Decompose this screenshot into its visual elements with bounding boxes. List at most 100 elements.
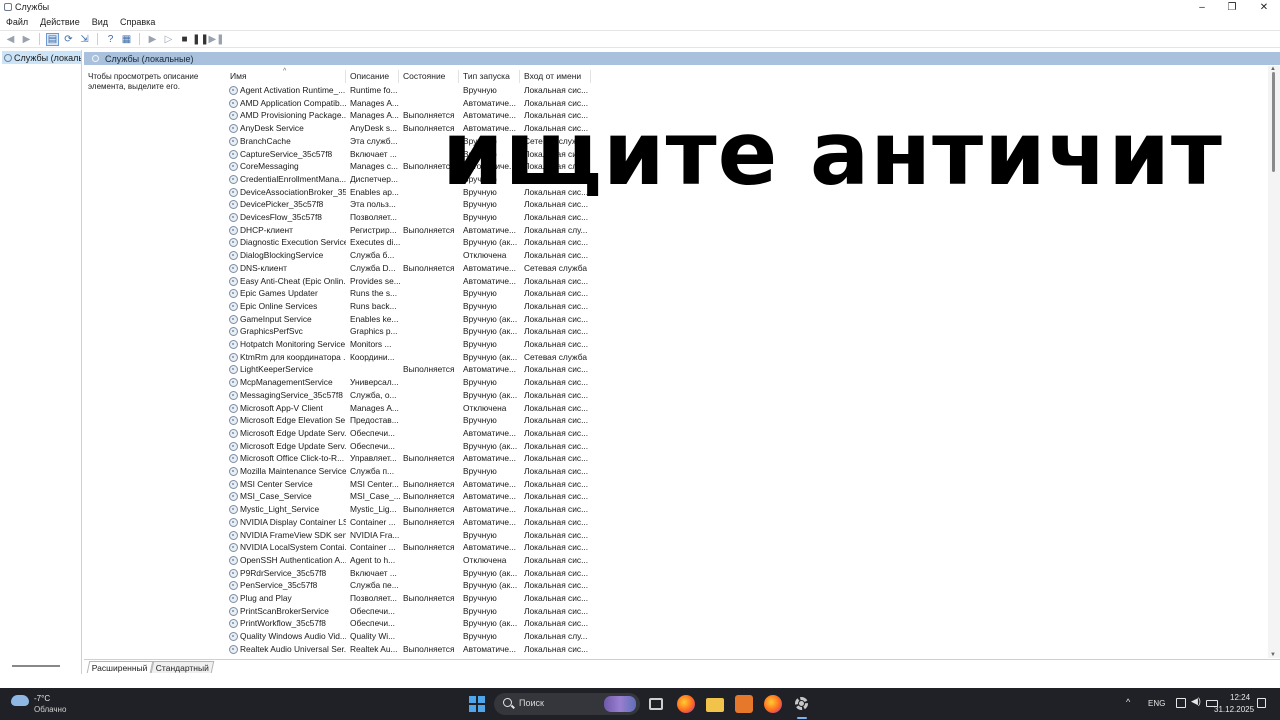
weather-condition[interactable]: Облачно (34, 705, 66, 714)
firefox-icon[interactable] (677, 695, 695, 713)
service-log-on-as: Локальная сис... (524, 605, 589, 616)
chevron-up-icon[interactable]: ^ (1126, 697, 1130, 707)
show-hide-console-tree-icon[interactable]: ▤ (46, 32, 59, 46)
service-gear-icon (229, 136, 238, 146)
service-description: Включает ... (350, 567, 397, 578)
service-description: Container ... (350, 542, 396, 553)
start-button[interactable] (469, 696, 485, 712)
menu-file[interactable]: Файл (6, 17, 28, 27)
table-row[interactable]: MSI Center Service MSI Center... Выполняет… (226, 478, 591, 491)
table-row[interactable]: PenService_35c57f8 Служба пе... Вручную (а… (226, 579, 591, 592)
column-status[interactable]: Состояние (399, 70, 459, 83)
table-row[interactable]: NVIDIA FrameView SDK serv... NVIDIA Fra..… (226, 529, 591, 542)
scroll-down-icon[interactable]: ▼ (1270, 652, 1276, 658)
service-name: NVIDIA Display Container LS (240, 516, 346, 527)
table-row[interactable]: Mystic_Light_Service Mystic_Lig... Выполня… (226, 503, 591, 516)
language-indicator[interactable]: ENG (1148, 699, 1165, 708)
pause-service-icon[interactable]: ❚❚ (192, 33, 209, 46)
table-row[interactable]: McpManagementService Универсал... Вручную Л… (226, 376, 591, 389)
app-stack-icon[interactable] (735, 695, 753, 713)
volume-icon[interactable]: ◀) (1191, 696, 1201, 706)
table-row[interactable]: DHCP-клиент Регистрир... Выполняется Автома… (226, 224, 591, 237)
table-row[interactable]: OpenSSH Authentication A... Agent to h...… (226, 554, 591, 567)
table-row[interactable]: P9RdrService_35c57f8 Включает ... Вручную … (226, 567, 591, 580)
file-explorer-icon[interactable] (706, 698, 724, 712)
export-list-icon[interactable]: ⇲ (78, 33, 91, 46)
table-row[interactable]: GraphicsPerfSvc Graphics p... Вручную (ак.… (226, 325, 591, 338)
restart-service-icon[interactable]: ▶❚ (208, 33, 224, 46)
table-row[interactable]: LightKeeperService Выполняется Автоматиче.… (226, 363, 591, 376)
table-row[interactable]: Mozilla Maintenance Service Служба п... Вр… (226, 465, 591, 478)
table-row[interactable]: Agent Activation Runtime_... Runtime fo..… (226, 84, 591, 97)
forward-icon[interactable]: ▶ (20, 33, 33, 46)
minimize-button[interactable]: – (1186, 0, 1218, 15)
properties-icon[interactable]: ▦ (120, 33, 133, 46)
tab-extended[interactable]: Расширенный (86, 661, 153, 673)
clock-time[interactable]: 12:24 (1230, 693, 1250, 702)
table-row[interactable]: DevicesFlow_35c57f8 Позволяет... Вручную Ло… (226, 211, 591, 224)
table-row[interactable]: Diagnostic Execution Service Executes di.… (226, 236, 591, 249)
help-icon[interactable]: ? (104, 33, 117, 46)
table-row[interactable]: NVIDIA LocalSystem Contai... Container ..… (226, 541, 591, 554)
table-row[interactable]: KtmRm для координатора ... Координи... Вру… (226, 351, 591, 364)
table-row[interactable]: GameInput Service Enables ke... Вручную (а… (226, 313, 591, 326)
vertical-scrollbar[interactable]: ▲ ▼ (1268, 66, 1280, 658)
services-gear-icon[interactable] (793, 695, 811, 713)
menu-view[interactable]: Вид (92, 17, 108, 27)
tree-item-services-local[interactable]: Службы (локалы (2, 51, 81, 64)
maximize-button[interactable]: ❐ (1216, 0, 1248, 15)
table-row[interactable]: Microsoft Edge Update Serv... Обеспечи...… (226, 427, 591, 440)
notifications-icon[interactable] (1257, 698, 1266, 708)
menu-help[interactable]: Справка (120, 17, 155, 27)
column-startup-type[interactable]: Тип запуска (459, 70, 520, 83)
table-row[interactable]: Quality Windows Audio Vid... Quality Wi..… (226, 630, 591, 643)
table-row[interactable]: PrintWorkflow_35c57f8 Обеспечи... Вручную … (226, 617, 591, 630)
network-icon[interactable] (1176, 698, 1186, 708)
table-row[interactable]: DNS-клиент Служба D... Выполняется Автомати… (226, 262, 591, 275)
column-description[interactable]: Описание (346, 70, 399, 83)
table-row[interactable]: Microsoft Edge Elevation Se... Предостав.… (226, 414, 591, 427)
column-name[interactable]: ^ Имя (226, 68, 346, 83)
close-button[interactable]: ✕ (1248, 0, 1280, 15)
table-row[interactable]: MSI_Case_Service MSI_Case_... Выполняется А… (226, 490, 591, 503)
service-log-on-as: Локальная сис... (524, 593, 589, 603)
tree-horizontal-scrollbar[interactable] (12, 665, 60, 667)
table-row[interactable]: Microsoft Edge Update Serv... Обеспечи...… (226, 440, 591, 453)
table-row[interactable]: MessagingService_35c57f8 Служба, о... Вруч… (226, 389, 591, 402)
table-row[interactable]: Epic Online Services Runs back... Вручную Л… (226, 300, 591, 313)
start-service-icon[interactable]: ▶ (146, 33, 159, 46)
clock-date[interactable]: 31.12.2025 (1214, 705, 1254, 714)
service-name: PenService_35c57f8 (240, 580, 318, 591)
service-description: Graphics p... (350, 326, 398, 337)
refresh-icon[interactable]: ⟳ (62, 33, 75, 46)
service-gear-icon (229, 441, 238, 451)
firefox-icon[interactable] (764, 695, 782, 713)
scroll-thumb[interactable] (1272, 72, 1275, 172)
table-row[interactable]: Microsoft App-V Client Manages A... Отключ… (226, 402, 591, 415)
service-startup-type: Вручную (ак... (463, 351, 518, 362)
menu-action[interactable]: Действие (40, 17, 80, 27)
tab-standard[interactable]: Стандартный (150, 661, 214, 673)
service-description: Включает ... (350, 148, 397, 159)
start-service-alt-icon[interactable]: ▷ (162, 33, 175, 46)
taskbar-search[interactable]: Поиск (494, 693, 640, 715)
table-row[interactable]: Epic Games Updater Runs the s... Вручную Ло… (226, 287, 591, 300)
table-row[interactable]: NVIDIA Display Container LS Container ...… (226, 516, 591, 529)
task-view-icon[interactable] (649, 698, 663, 710)
table-row[interactable]: Realtek Audio Universal Ser... Realtek Au… (226, 643, 591, 656)
service-gear-icon (229, 594, 238, 603)
table-row[interactable]: Hotpatch Monitoring Service Monitors ... В… (226, 338, 591, 351)
table-row[interactable]: Easy Anti-Cheat (Epic Onlin... Provides s… (226, 275, 591, 288)
stop-service-icon[interactable]: ■ (178, 33, 191, 46)
table-row[interactable]: PrintScanBrokerService Обеспечи... Вручную… (226, 605, 591, 618)
service-description: Позволяет... (350, 212, 397, 222)
table-row[interactable]: DialogBlockingService Служба б... Отключен… (226, 249, 591, 262)
service-description: Координи... (350, 351, 395, 362)
cloud-icon[interactable] (11, 695, 29, 706)
service-name: MSI_Case_Service (240, 491, 312, 502)
table-row[interactable]: Microsoft Office Click-to-R... Управляет.… (226, 452, 591, 465)
back-icon[interactable]: ◀ (4, 33, 17, 46)
column-log-on-as[interactable]: Вход от имени (520, 70, 591, 83)
weather-temperature[interactable]: -7°C (34, 694, 50, 703)
table-row[interactable]: Plug and Play Позволяет... Выполняется Вруч… (226, 592, 591, 605)
